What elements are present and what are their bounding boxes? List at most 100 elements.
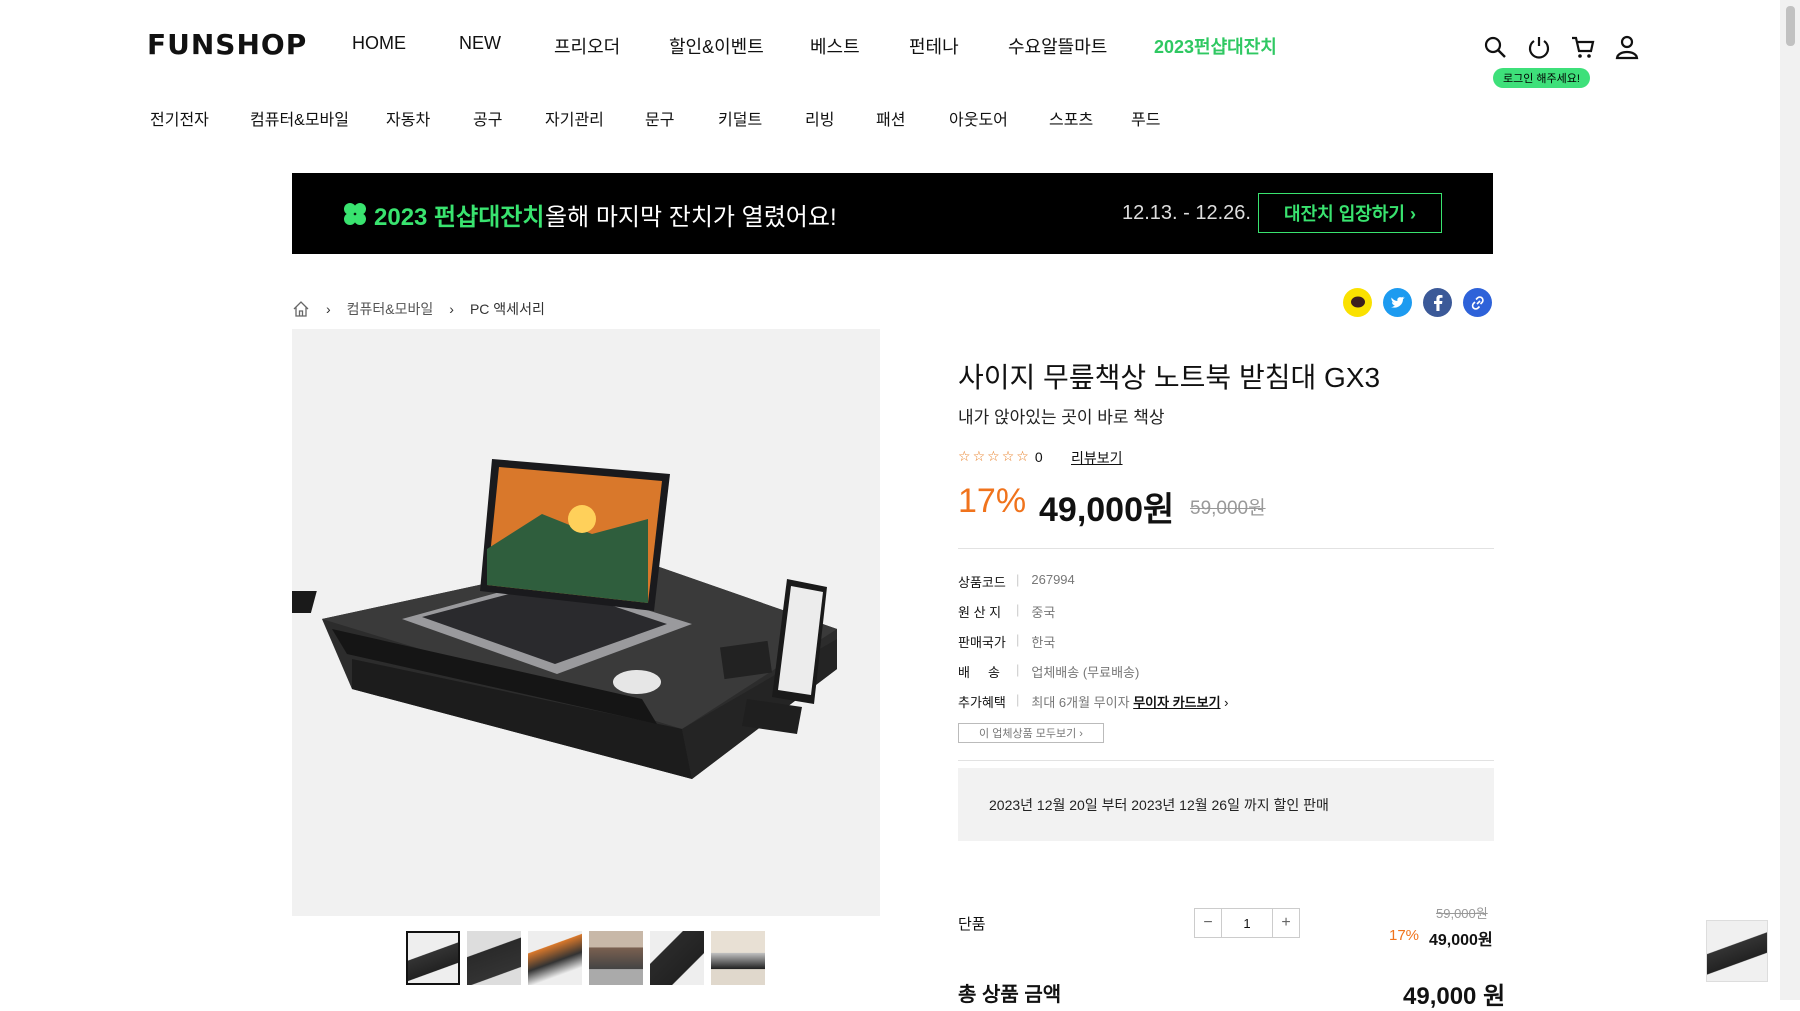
- nav-festival[interactable]: 2023펀샵대잔치: [1154, 33, 1277, 59]
- star-icon: ☆: [1001, 448, 1015, 464]
- vendor-products-button[interactable]: 이 업체상품 모두보기 ›: [958, 723, 1104, 743]
- breadcrumb: › 컴퓨터&모바일 › PC 액세서리: [292, 299, 545, 319]
- clover-icon: [344, 203, 366, 225]
- festival-banner[interactable]: 2023 펀샵대잔치 올해 마지막 잔치가 열렸어요! 12.13. - 12.…: [292, 173, 1493, 254]
- nav-best[interactable]: 베스트: [810, 33, 909, 59]
- header-icons: [1482, 34, 1640, 60]
- scrollbar-thumb[interactable]: [1786, 6, 1795, 46]
- original-price: 59,000원: [1190, 498, 1266, 519]
- option-original-price: 59,000원: [1436, 906, 1488, 921]
- rating-count: 0: [1034, 448, 1043, 465]
- power-icon[interactable]: [1526, 34, 1552, 60]
- user-icon[interactable]: [1614, 34, 1640, 60]
- link-icon[interactable]: [1463, 288, 1492, 317]
- product-main-image[interactable]: [292, 329, 880, 916]
- lap-desk-illustration: [292, 329, 880, 916]
- banner-enter-button[interactable]: 대잔치 입장하기 ›: [1258, 193, 1442, 233]
- cat-living[interactable]: 리빙: [805, 106, 876, 130]
- home-icon[interactable]: [292, 300, 310, 318]
- twitter-icon[interactable]: [1383, 288, 1412, 317]
- cart-icon[interactable]: [1570, 34, 1596, 60]
- divider: [958, 548, 1494, 549]
- discount-rate: 17%: [958, 482, 1027, 520]
- star-icon: ☆: [958, 448, 971, 464]
- star-icon: ☆: [972, 448, 986, 464]
- scrollbar[interactable]: [1780, 0, 1800, 1000]
- quantity-stepper: − 1 +: [1194, 908, 1300, 938]
- interest-free-card-link[interactable]: 무이자 카드보기: [1133, 695, 1220, 710]
- divider: [958, 760, 1494, 761]
- info-row-product-code: 상품코드 | 267994: [958, 572, 1075, 590]
- cat-kidult[interactable]: 키덜트: [718, 106, 805, 130]
- info-row-origin: 원 산 지 | 중국: [958, 602, 1056, 620]
- login-badge[interactable]: 로그인 해주세요!: [1493, 68, 1590, 88]
- info-value: 업체배송 (무료배송): [1031, 665, 1140, 680]
- thumbnail[interactable]: [711, 931, 765, 985]
- plus-button[interactable]: +: [1273, 909, 1299, 937]
- cat-selfcare[interactable]: 자기관리: [545, 106, 645, 130]
- product-title: 사이지 무릎책상 노트북 받침대 GX3: [958, 362, 1381, 393]
- cat-food[interactable]: 푸드: [1131, 106, 1160, 130]
- thumbnail[interactable]: [589, 931, 643, 985]
- banner-title: 2023 펀샵대잔치: [374, 204, 545, 231]
- nav-wednesday-mart[interactable]: 수요알뜰마트: [1008, 33, 1154, 59]
- option-label: 단품: [958, 916, 986, 933]
- cat-computer-mobile[interactable]: 컴퓨터&모바일: [250, 106, 386, 130]
- info-key: 상품코드: [958, 575, 1006, 590]
- sale-price: 49,000원: [1039, 491, 1175, 529]
- quantity-input[interactable]: 1: [1221, 909, 1273, 937]
- rating-stars: ☆ ☆ ☆ ☆ ☆ 0: [958, 448, 1043, 465]
- cat-stationery[interactable]: 문구: [645, 106, 718, 130]
- nav-new[interactable]: NEW: [459, 33, 554, 59]
- banner-date: 12.13. - 12.26.: [1122, 202, 1251, 224]
- nav-sale-event[interactable]: 할인&이벤트: [669, 33, 810, 59]
- category-nav: 전기전자 컴퓨터&모바일 자동차 공구 자기관리 문구 키덜트 리빙 패션 아웃…: [150, 106, 1160, 130]
- info-value: 중국: [1031, 605, 1056, 620]
- chevron-right-icon: ›: [326, 301, 331, 317]
- sale-period-notice: 2023년 12월 20일 부터 2023년 12월 26일 까지 할인 판매: [958, 768, 1494, 841]
- share-buttons: [1343, 288, 1492, 317]
- cat-fashion[interactable]: 패션: [876, 106, 949, 130]
- option-price: 49,000원: [1429, 932, 1493, 949]
- nav-preorder[interactable]: 프리오더: [554, 33, 669, 59]
- star-icon: ☆: [1016, 448, 1029, 464]
- total-price: 49,000 원: [1403, 983, 1506, 1010]
- banner-subtitle: 올해 마지막 잔치가 열렸어요!: [545, 204, 837, 231]
- info-key: 원 산 지: [958, 605, 1002, 620]
- info-key: 판매국가: [958, 635, 1006, 650]
- thumbnail[interactable]: [467, 931, 521, 985]
- star-icon: ☆: [987, 448, 1000, 464]
- total-label: 총 상품 금액: [958, 984, 1062, 1006]
- thumbnail[interactable]: [406, 931, 460, 985]
- info-value: 최대 6개월 무이자: [1031, 695, 1130, 710]
- breadcrumb-category[interactable]: 컴퓨터&모바일: [347, 299, 434, 319]
- info-row-benefit: 추가혜택 | 최대 6개월 무이자 무이자 카드보기 ›: [958, 692, 1229, 710]
- cat-car[interactable]: 자동차: [386, 106, 473, 130]
- info-value: 한국: [1031, 635, 1056, 650]
- main-nav: HOME NEW 프리오더 할인&이벤트 베스트 펀테나 수요알뜰마트 2023…: [352, 33, 1277, 59]
- cat-tools[interactable]: 공구: [473, 106, 545, 130]
- site-logo[interactable]: FUNSHOP: [147, 28, 307, 61]
- info-key: 추가혜택: [958, 695, 1006, 710]
- review-link[interactable]: 리뷰보기: [1071, 448, 1123, 468]
- cat-sports[interactable]: 스포츠: [1049, 106, 1131, 130]
- thumbnail[interactable]: [528, 931, 582, 985]
- nav-home[interactable]: HOME: [352, 33, 459, 59]
- facebook-icon[interactable]: [1423, 288, 1452, 317]
- search-icon[interactable]: [1482, 34, 1508, 60]
- info-row-sale-country: 판매국가 | 한국: [958, 632, 1056, 650]
- nav-funtenna[interactable]: 펀테나: [909, 33, 1008, 59]
- recent-viewed-thumbnail[interactable]: [1706, 920, 1768, 982]
- chevron-right-icon: ›: [449, 301, 454, 317]
- info-key: 배 송: [958, 665, 1000, 680]
- product-subtitle: 내가 앉아있는 곳이 바로 책상: [958, 408, 1165, 427]
- breadcrumb-subcategory[interactable]: PC 액세서리: [470, 299, 545, 319]
- cat-electronics[interactable]: 전기전자: [150, 106, 250, 130]
- option-discount-rate: 17%: [1389, 927, 1420, 944]
- info-value: 267994: [1031, 572, 1075, 587]
- cat-outdoor[interactable]: 아웃도어: [949, 106, 1049, 130]
- thumbnail[interactable]: [650, 931, 704, 985]
- kakaotalk-icon[interactable]: [1343, 288, 1372, 317]
- minus-button[interactable]: −: [1195, 909, 1221, 937]
- info-row-shipping: 배 송 | 업체배송 (무료배송): [958, 662, 1140, 680]
